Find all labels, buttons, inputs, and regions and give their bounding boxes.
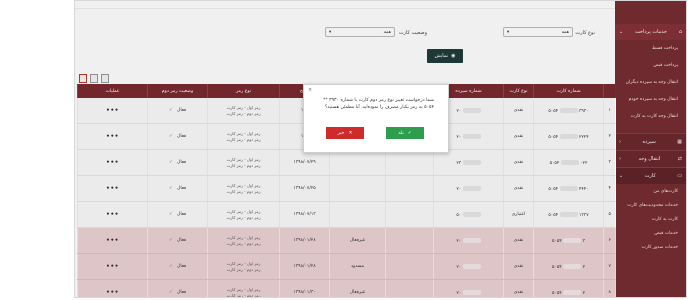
close-icon[interactable]: × <box>308 87 312 93</box>
yes-button-label: بله <box>398 130 404 136</box>
chevron-down-icon: ⌄ <box>619 173 624 179</box>
no-button[interactable]: ✕ خیر <box>326 127 364 139</box>
sidebar-header <box>615 1 686 14</box>
check-icon: ✓ <box>407 130 412 136</box>
sidebar: ⌂ خدمات پرداخت ⌄ پرداخت قسط پرداخت قبض انت… <box>615 1 686 297</box>
sidebar-item[interactable]: پرداخت قبض <box>615 57 686 74</box>
no-button-label: خیر <box>337 130 345 136</box>
sidebar-item[interactable]: پرداخت قسط <box>615 40 686 57</box>
home-icon: ⌂ <box>678 29 682 35</box>
chevron-left-icon: ‹ <box>619 139 622 145</box>
sidebar-section-deposit[interactable]: ▦ سپرده ‹ <box>615 133 686 150</box>
transfer-icon: ⇄ <box>677 156 682 162</box>
sidebar-item[interactable]: خدمات قبض <box>615 226 686 240</box>
deposit-icon: ▦ <box>677 139 682 145</box>
sidebar-item[interactable]: انتقال وجه به سپرده دیگران <box>615 74 686 91</box>
close-icon: ✕ <box>348 130 353 136</box>
sidebar-item[interactable]: انتقال وجه کارت به کارت <box>615 108 686 125</box>
sidebar-item[interactable]: کارت‌های من <box>615 184 686 198</box>
sidebar-item[interactable]: کارت به کارت <box>615 212 686 226</box>
app-frame: ⌂ خدمات پرداخت ⌄ پرداخت قسط پرداخت قبض انت… <box>74 0 687 298</box>
sidebar-item[interactable]: انتقال وجه به سپرده خودم <box>615 91 686 108</box>
sidebar-item[interactable]: خدمات محدودیت‌های کارت <box>615 198 686 212</box>
sidebar-section-label: سپرده <box>642 139 656 145</box>
sidebar-section-label: انتقال وجه <box>638 156 661 162</box>
chevron-down-icon: ⌄ <box>619 29 624 35</box>
sidebar-item[interactable]: خدمات صدور کارت <box>615 240 686 254</box>
sidebar-section-label: کارت <box>644 173 656 179</box>
main-content: نوع کارت همه ▾ وضعیت کارت همه ▾ ◉ نمایش <box>75 1 616 297</box>
sidebar-section-transfer[interactable]: ⇄ انتقال وجه ‹ <box>615 150 686 167</box>
confirm-dialog: × شما درخواست تغییر نوع رمز دوم کارت با … <box>303 84 449 153</box>
sidebar-section-card[interactable]: ▭ کارت ⌄ <box>615 167 686 184</box>
yes-button[interactable]: ✓ بله <box>386 127 424 139</box>
sidebar-section-label: خدمات پرداخت <box>635 29 667 35</box>
sidebar-section-payment[interactable]: ⌂ خدمات پرداخت ⌄ <box>615 24 686 40</box>
dialog-message: شما درخواست تغییر نوع رمز دوم کارت با شم… <box>323 98 434 110</box>
chevron-left-icon: ‹ <box>619 156 621 162</box>
card-icon: ▭ <box>677 173 682 179</box>
